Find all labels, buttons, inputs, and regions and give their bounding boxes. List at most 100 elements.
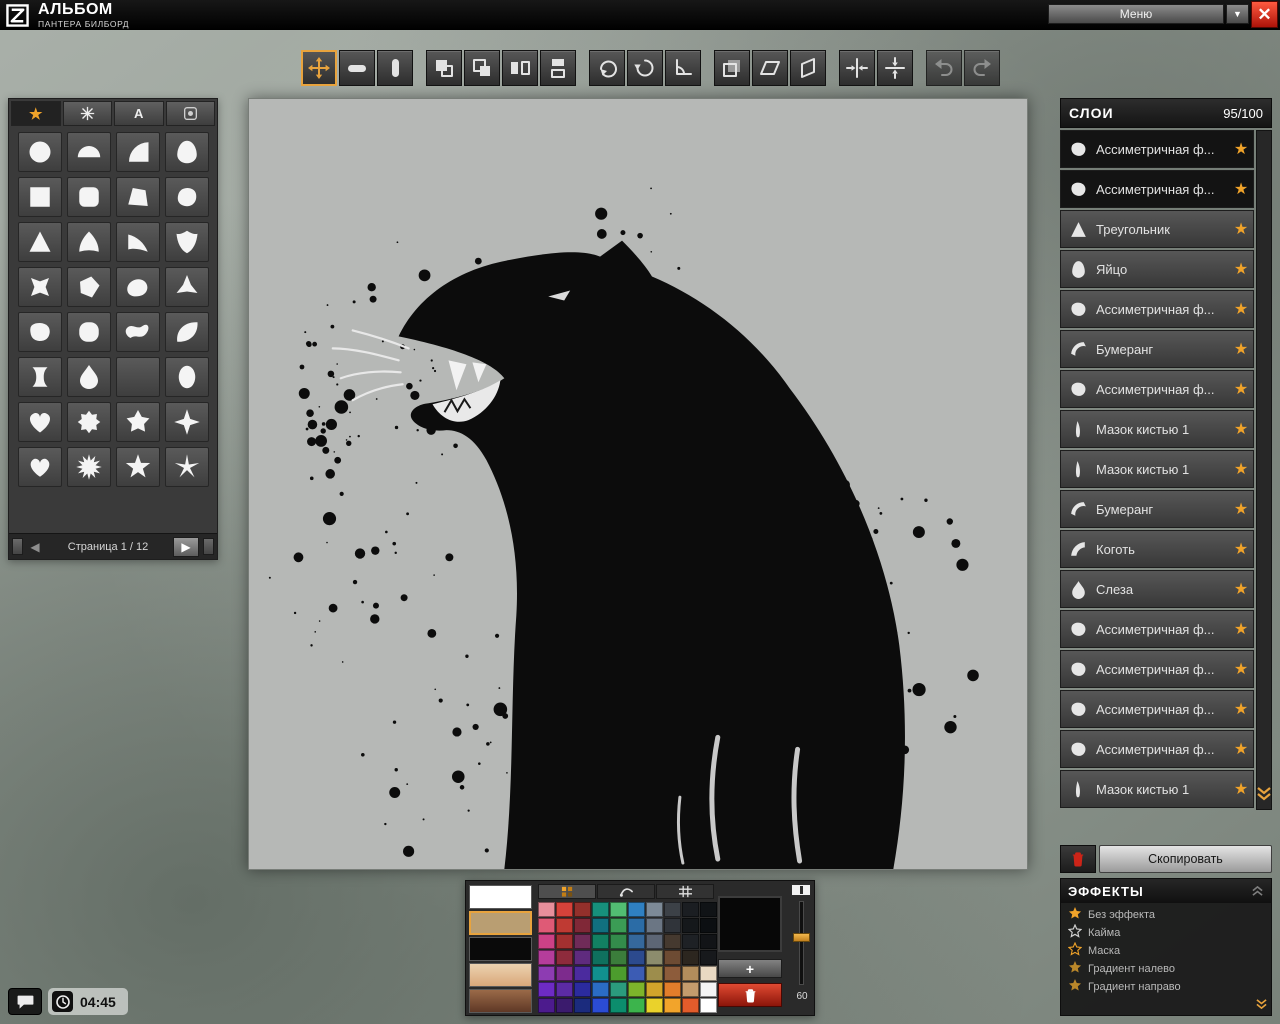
shape-heart[interactable] <box>18 402 62 442</box>
scroll-down-icon[interactable] <box>1255 996 1268 1014</box>
layer-row[interactable]: Слеза ★ <box>1060 570 1254 608</box>
palette-color[interactable] <box>610 918 627 933</box>
favorite-star-icon[interactable]: ★ <box>1229 699 1253 719</box>
effect-item[interactable]: Кайма <box>1061 924 1271 942</box>
shape-wave-blob[interactable] <box>116 267 160 307</box>
shape-i-beam[interactable] <box>18 357 62 397</box>
palette-color[interactable] <box>538 966 555 981</box>
palette-color[interactable] <box>628 902 645 917</box>
palette-color[interactable] <box>556 950 573 965</box>
shape-flower[interactable] <box>67 402 111 442</box>
delete-layer-button[interactable] <box>1060 845 1096 873</box>
next-page-button[interactable]: ▶ <box>173 537 199 557</box>
layer-row[interactable]: Мазок кистью 1 ★ <box>1060 770 1254 808</box>
palette-color[interactable] <box>664 998 681 1013</box>
shape-blob[interactable] <box>165 177 209 217</box>
palette-color[interactable] <box>682 934 699 949</box>
palette-color[interactable] <box>538 982 555 997</box>
palette-tab[interactable] <box>538 884 596 899</box>
pattern-tab[interactable] <box>656 884 714 899</box>
palette-color[interactable] <box>646 998 663 1013</box>
layer-row[interactable]: Ассиметричная ф... ★ <box>1060 290 1254 328</box>
skew-vertical-button[interactable] <box>790 50 826 86</box>
swap-vertical-button[interactable] <box>540 50 576 86</box>
favorite-star-icon[interactable]: ★ <box>1229 619 1253 639</box>
favorite-star-icon[interactable]: ★ <box>1229 379 1253 399</box>
palette-color[interactable] <box>664 902 681 917</box>
rotate-left-button[interactable] <box>589 50 625 86</box>
current-color-swatch[interactable] <box>469 937 532 961</box>
skew-horizontal-button[interactable] <box>752 50 788 86</box>
effect-item[interactable]: Маска <box>1061 942 1271 960</box>
opacity-slider-handle[interactable] <box>793 933 810 942</box>
palette-color[interactable] <box>556 902 573 917</box>
shape-quarter-circle[interactable] <box>116 132 160 172</box>
layer-row[interactable]: Мазок кистью 1 ★ <box>1060 410 1254 448</box>
brush-tab[interactable] <box>597 884 655 899</box>
shape-shield[interactable] <box>165 222 209 262</box>
favorite-star-icon[interactable]: ★ <box>1229 779 1253 799</box>
palette-color[interactable] <box>700 950 717 965</box>
palette-color[interactable] <box>682 966 699 981</box>
palette-color[interactable] <box>646 918 663 933</box>
palette-color[interactable] <box>682 918 699 933</box>
palette-color[interactable] <box>610 934 627 949</box>
shape-crescent[interactable] <box>116 357 160 397</box>
palette-color[interactable] <box>664 950 681 965</box>
shape-circle[interactable] <box>18 132 62 172</box>
palette-color[interactable] <box>646 902 663 917</box>
chat-button[interactable] <box>8 988 42 1015</box>
palette-color[interactable] <box>538 918 555 933</box>
shape-rounded-triangle[interactable] <box>67 222 111 262</box>
angle-button[interactable] <box>665 50 701 86</box>
palette-color[interactable] <box>574 934 591 949</box>
redo-button[interactable] <box>964 50 1000 86</box>
menu-chevron-down-icon[interactable]: ▼ <box>1226 4 1249 24</box>
favorite-star-icon[interactable]: ★ <box>1229 579 1253 599</box>
palette-color[interactable] <box>628 950 645 965</box>
scroll-down-icon[interactable] <box>1255 782 1273 806</box>
palette-color[interactable] <box>538 934 555 949</box>
palette-color[interactable] <box>538 950 555 965</box>
align-horizontal-button[interactable] <box>839 50 875 86</box>
shape-oval[interactable] <box>165 357 209 397</box>
favorites-tab[interactable]: ★ <box>11 101 61 126</box>
palette-color[interactable] <box>628 934 645 949</box>
shape-semicircle[interactable] <box>67 132 111 172</box>
favorite-star-icon[interactable]: ★ <box>1229 179 1253 199</box>
bring-forward-button[interactable] <box>464 50 500 86</box>
copy-layer-button[interactable]: Скопировать <box>1099 845 1272 873</box>
layer-row[interactable]: Треугольник ★ <box>1060 210 1254 248</box>
palette-color[interactable] <box>664 934 681 949</box>
palette-color[interactable] <box>610 966 627 981</box>
palette-color[interactable] <box>592 934 609 949</box>
favorite-star-icon[interactable]: ★ <box>1229 419 1253 439</box>
layer-row[interactable]: Ассиметричная ф... ★ <box>1060 370 1254 408</box>
palette-color[interactable] <box>592 998 609 1013</box>
palette-color[interactable] <box>574 982 591 997</box>
shape-rounded-star[interactable] <box>116 402 160 442</box>
shape-bowtie[interactable] <box>67 267 111 307</box>
current-color-swatch[interactable] <box>469 911 532 935</box>
current-color-swatch[interactable] <box>469 885 532 909</box>
shape-teardrop[interactable] <box>67 357 111 397</box>
shape-sunburst[interactable] <box>67 447 111 487</box>
layer-row[interactable]: Ассиметричная ф... ★ <box>1060 690 1254 728</box>
menu-button[interactable]: Меню <box>1048 4 1224 24</box>
palette-color[interactable] <box>628 918 645 933</box>
favorite-star-icon[interactable]: ★ <box>1229 499 1253 519</box>
palette-color[interactable] <box>682 950 699 965</box>
shape-rounded-square[interactable] <box>67 177 111 217</box>
shape-wave[interactable] <box>116 312 160 352</box>
palette-color[interactable] <box>610 902 627 917</box>
favorite-star-icon[interactable]: ★ <box>1229 219 1253 239</box>
page-strip-right[interactable] <box>203 538 214 555</box>
favorite-star-icon[interactable]: ★ <box>1229 339 1253 359</box>
shape-leaf[interactable] <box>165 312 209 352</box>
shape-square[interactable] <box>18 177 62 217</box>
undo-button[interactable] <box>926 50 962 86</box>
palette-color[interactable] <box>700 998 717 1013</box>
stretch-vertical-tool[interactable] <box>377 50 413 86</box>
palette-color[interactable] <box>610 998 627 1013</box>
page-strip-left[interactable] <box>12 538 23 555</box>
